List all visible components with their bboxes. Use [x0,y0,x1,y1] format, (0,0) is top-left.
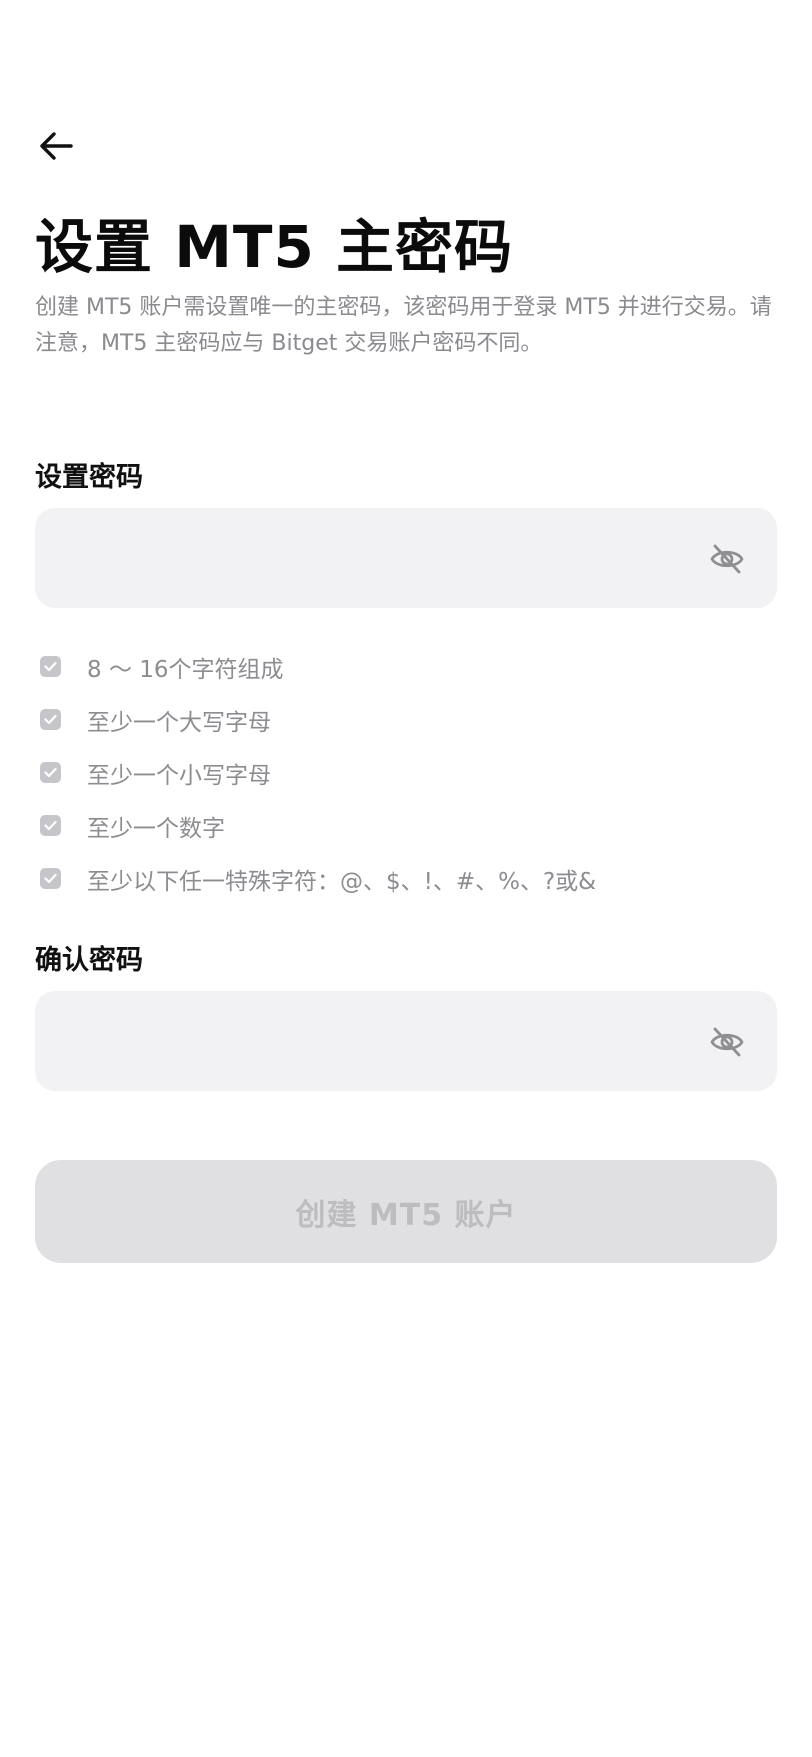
rule-item: 至少一个数字 [40,799,780,852]
create-mt5-account-button-label: 创建 MT5 账户 [295,1197,517,1233]
back-button[interactable] [28,118,84,174]
rule-item: 8 ～ 16个字符组成 [40,640,780,693]
password-input[interactable] [59,508,679,608]
check-icon [40,656,61,677]
rule-text: 至少一个大写字母 [87,709,271,736]
rule-item: 至少一个小写字母 [40,746,780,799]
page-title: 设置 MT5 主密码 [35,213,514,281]
eye-off-icon [710,1027,744,1057]
rule-text: 8 ～ 16个字符组成 [87,656,284,683]
password-field-container [35,508,777,608]
create-mt5-account-button[interactable]: 创建 MT5 账户 [35,1160,777,1263]
create-mt5-password-page: 设置 MT5 主密码 创建 MT5 账户需设置唯一的主密码，该密码用于登录 MT… [0,0,812,1757]
rule-item: 至少以下任一特殊字符：@、$、!、#、%、?或& [40,852,780,905]
eye-off-icon [710,544,744,574]
page-description: 创建 MT5 账户需设置唯一的主密码，该密码用于登录 MT5 并进行交易。请注意… [35,295,772,356]
rule-text: 至少以下任一特殊字符：@、$、!、#、%、?或& [87,868,597,895]
rule-text: 至少一个小写字母 [87,762,271,789]
arrow-left-icon [40,132,73,160]
password-visibility-toggle[interactable] [709,541,745,577]
check-icon [40,815,61,836]
confirm-password-label: 确认密码 [35,945,143,976]
rule-item: 至少一个大写字母 [40,693,780,746]
confirm-password-field-container [35,991,777,1091]
rule-text: 至少一个数字 [87,815,225,842]
check-icon [40,762,61,783]
confirm-password-visibility-toggle[interactable] [709,1024,745,1060]
confirm-password-input[interactable] [59,991,679,1091]
check-icon [40,709,61,730]
password-rules-list: 8 ～ 16个字符组成 至少一个大写字母 至少一个小写字母 至少一个数字 至少以… [40,640,780,905]
check-icon [40,868,61,889]
password-label: 设置密码 [35,462,143,493]
